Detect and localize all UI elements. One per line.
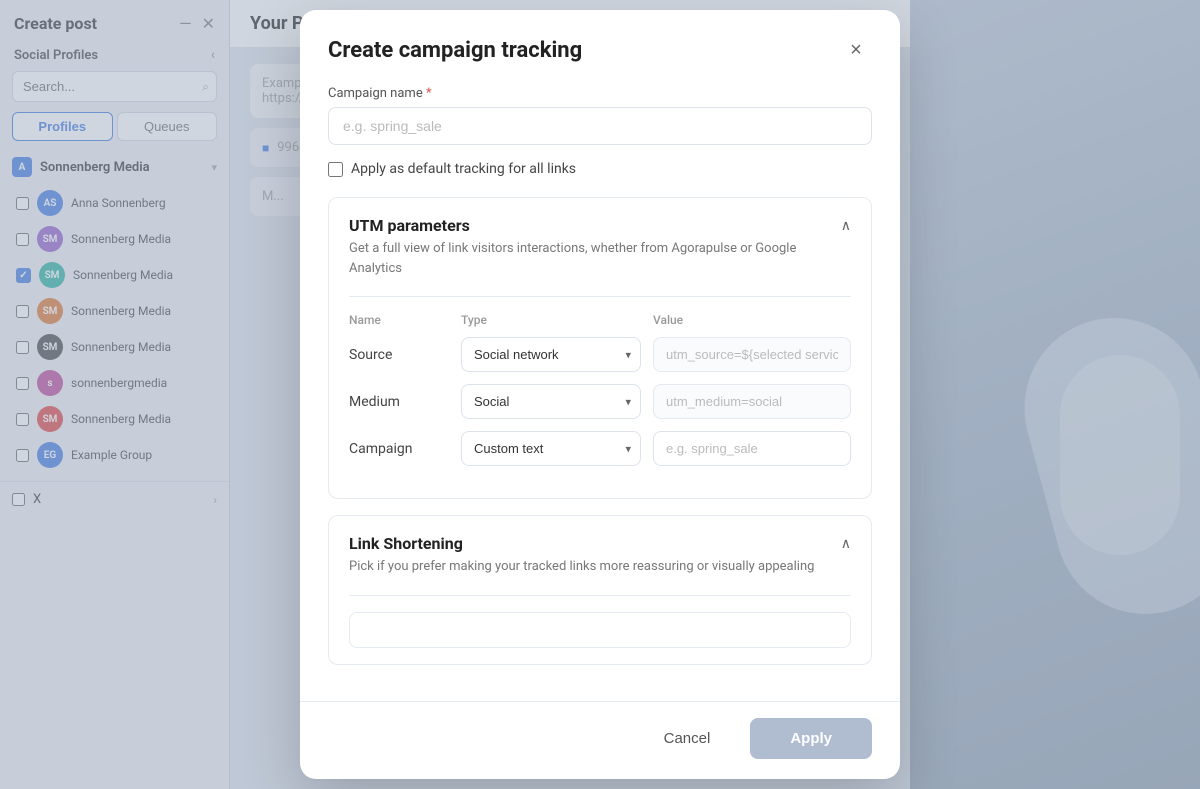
modal-body: Campaign name * Apply as default trackin… <box>300 86 900 701</box>
utm-source-label: Source <box>349 347 449 363</box>
utm-source-type-select[interactable]: Social network Custom text None <box>461 337 641 372</box>
utm-col-name: Name <box>349 313 449 327</box>
utm-section-header-text: UTM parameters Get a full view of link v… <box>349 216 829 278</box>
utm-campaign-value-input[interactable] <box>653 431 851 466</box>
utm-campaign-row: Campaign Custom text Social network None… <box>349 431 851 466</box>
utm-section: UTM parameters Get a full view of link v… <box>328 197 872 499</box>
modal-footer: Cancel Apply <box>300 701 900 779</box>
utm-table-header: Name Type Value <box>349 313 851 327</box>
link-shortening-header-text: Link Shortening Pick if you prefer makin… <box>349 534 829 577</box>
link-shortening-section: Link Shortening Pick if you prefer makin… <box>328 515 872 665</box>
default-tracking-checkbox[interactable] <box>328 162 343 177</box>
campaign-name-group: Campaign name * <box>328 86 872 145</box>
apply-button[interactable]: Apply <box>750 718 872 759</box>
default-tracking-label[interactable]: Apply as default tracking for all links <box>351 161 576 177</box>
utm-campaign-label: Campaign <box>349 441 449 457</box>
modal-title: Create campaign tracking <box>328 38 582 63</box>
utm-source-row: Source Social network Custom text None ▾ <box>349 337 851 372</box>
utm-medium-label: Medium <box>349 394 449 410</box>
campaign-tracking-modal: Create campaign tracking × Campaign name… <box>300 10 900 779</box>
utm-source-value-input <box>653 337 851 372</box>
utm-collapse-icon[interactable]: ∧ <box>841 218 851 234</box>
link-shortening-input-area[interactable] <box>349 612 851 648</box>
utm-medium-type-wrapper: Social Custom text None ▾ <box>461 384 641 419</box>
link-shortening-collapse-icon[interactable]: ∧ <box>841 536 851 552</box>
modal-overlay: Create campaign tracking × Campaign name… <box>0 0 1200 789</box>
utm-section-header[interactable]: UTM parameters Get a full view of link v… <box>329 198 871 296</box>
cancel-button[interactable]: Cancel <box>636 718 739 759</box>
utm-col-value: Value <box>653 313 851 327</box>
utm-campaign-type-wrapper: Custom text Social network None ▾ <box>461 431 641 466</box>
utm-col-type: Type <box>461 313 641 327</box>
required-indicator: * <box>426 86 432 101</box>
modal-header: Create campaign tracking × <box>300 10 900 86</box>
utm-medium-row: Medium Social Custom text None ▾ <box>349 384 851 419</box>
link-shortening-body <box>329 596 871 664</box>
campaign-name-label: Campaign name * <box>328 86 872 101</box>
utm-medium-value-input <box>653 384 851 419</box>
default-tracking-row: Apply as default tracking for all links <box>328 161 872 177</box>
utm-section-title: UTM parameters <box>349 216 829 235</box>
utm-medium-type-select[interactable]: Social Custom text None <box>461 384 641 419</box>
link-shortening-desc: Pick if you prefer making your tracked l… <box>349 557 829 577</box>
modal-close-button[interactable]: × <box>840 34 872 66</box>
campaign-name-input[interactable] <box>328 107 872 145</box>
utm-section-body: Name Type Value Source Social network Cu… <box>329 297 871 498</box>
link-shortening-header[interactable]: Link Shortening Pick if you prefer makin… <box>329 516 871 595</box>
utm-source-type-wrapper: Social network Custom text None ▾ <box>461 337 641 372</box>
utm-campaign-type-select[interactable]: Custom text Social network None <box>461 431 641 466</box>
utm-section-desc: Get a full view of link visitors interac… <box>349 239 829 278</box>
link-shortening-title: Link Shortening <box>349 534 829 553</box>
